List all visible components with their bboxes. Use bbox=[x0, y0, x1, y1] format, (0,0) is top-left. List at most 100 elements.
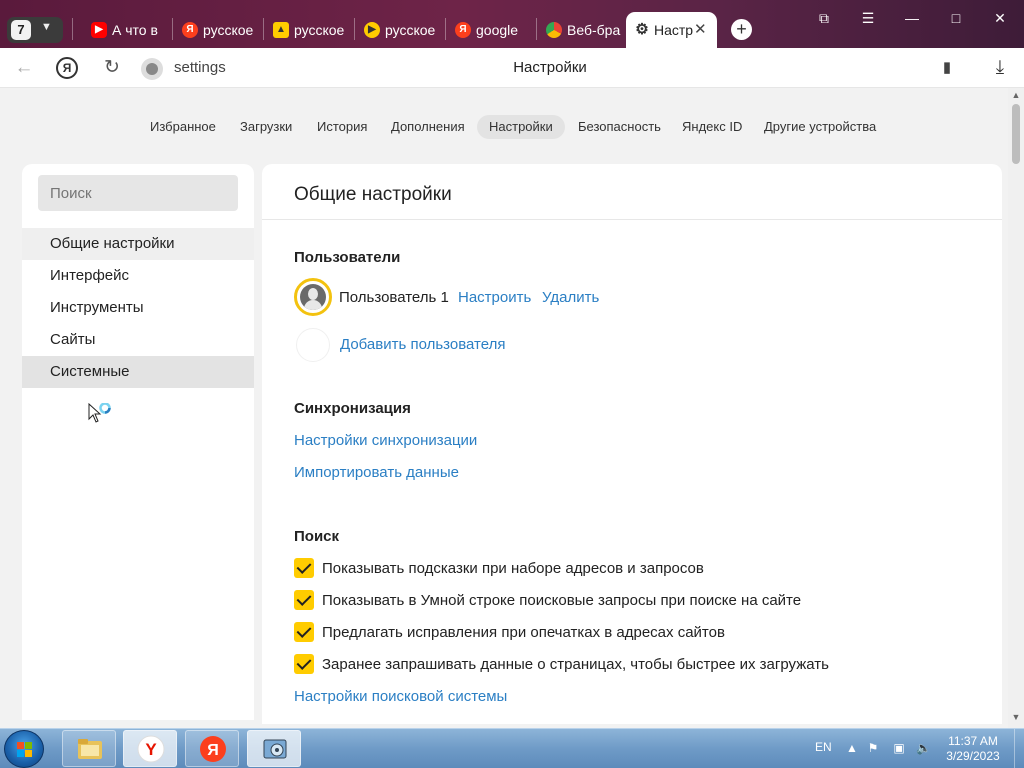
search-option-checkbox-4[interactable] bbox=[294, 654, 314, 674]
tab-youtube[interactable]: ▶ А что в bbox=[84, 12, 170, 48]
nav-favorites[interactable]: Избранное bbox=[138, 115, 228, 139]
nav-settings[interactable]: Настройки bbox=[477, 115, 565, 139]
network-icon[interactable]: ▣ bbox=[892, 741, 906, 755]
youtube-icon: ▶ bbox=[91, 22, 107, 38]
settings-search-input[interactable] bbox=[38, 175, 238, 211]
tab-yandex-search-1[interactable]: Я русское bbox=[175, 12, 261, 48]
start-button[interactable] bbox=[4, 730, 44, 768]
page-title: Настройки bbox=[513, 59, 587, 76]
search-option-label-4: Заранее запрашивать данные о страницах, … bbox=[322, 656, 829, 673]
nav-security[interactable]: Безопасность bbox=[566, 115, 673, 139]
taskbar-yandex[interactable]: Я bbox=[185, 730, 239, 767]
nav-extensions[interactable]: Дополнения bbox=[379, 115, 477, 139]
sidebar-item-system[interactable]: Системные bbox=[22, 356, 254, 388]
tab-title: русское bbox=[385, 22, 436, 38]
tab-yandex-video[interactable]: ▶ русское bbox=[357, 12, 443, 48]
tab-count-button[interactable]: 7 ▼ bbox=[7, 17, 63, 43]
nav-yandex-id[interactable]: Яндекс ID bbox=[670, 115, 754, 139]
taskbar-explorer[interactable] bbox=[62, 730, 116, 767]
sidebar-item-sites[interactable]: Сайты bbox=[22, 324, 254, 356]
settings-top-nav: Избранное Загрузки История Дополнения На… bbox=[0, 110, 1008, 144]
tab-settings[interactable]: ⚙ Настр ✕ bbox=[626, 12, 717, 48]
search-option-checkbox-1[interactable] bbox=[294, 558, 314, 578]
sidebar-item-interface[interactable]: Интерфейс bbox=[22, 260, 254, 292]
show-desktop-button[interactable] bbox=[1014, 729, 1024, 768]
download-icon: ⤓ bbox=[995, 57, 1005, 78]
user-name: Пользователь 1 bbox=[339, 289, 449, 306]
yandex-icon: Я bbox=[200, 736, 226, 762]
nav-other-devices[interactable]: Другие устройства bbox=[752, 115, 888, 139]
system-clock[interactable]: 11:37 AM 3/29/2023 bbox=[940, 734, 1006, 764]
svg-text:Я: Я bbox=[207, 742, 219, 759]
sidebar-item-tools[interactable]: Инструменты bbox=[22, 292, 254, 324]
downloads-button[interactable]: ⤓ bbox=[990, 57, 1010, 79]
search-option-checkbox-2[interactable] bbox=[294, 590, 314, 610]
divider bbox=[262, 219, 1002, 220]
configure-user-link[interactable]: Настроить bbox=[458, 289, 531, 306]
new-tab-button[interactable]: + bbox=[731, 19, 752, 40]
taskbar-media-app[interactable] bbox=[247, 730, 301, 767]
clock-time: 11:37 AM bbox=[948, 734, 998, 748]
chrome-icon bbox=[546, 22, 562, 38]
nav-downloads[interactable]: Загрузки bbox=[228, 115, 304, 139]
tab-web-browser[interactable]: Веб-бра bbox=[539, 12, 623, 48]
tab-count: 7 bbox=[11, 20, 31, 40]
language-indicator[interactable]: EN bbox=[815, 740, 832, 754]
tab-google[interactable]: Я google bbox=[448, 12, 534, 48]
sidebar-item-general[interactable]: Общие настройки bbox=[22, 228, 254, 260]
close-icon: ✕ bbox=[994, 10, 1006, 26]
volume-muted-icon[interactable]: 🔈 bbox=[916, 741, 931, 755]
scrollbar-thumb[interactable] bbox=[1012, 104, 1020, 164]
tab-title: русское bbox=[203, 22, 254, 38]
delete-user-link[interactable]: Удалить bbox=[542, 289, 599, 306]
maximize-icon: □ bbox=[951, 10, 961, 26]
search-option-checkbox-3[interactable] bbox=[294, 622, 314, 642]
bookmark-button[interactable]: ▮ bbox=[938, 58, 956, 78]
import-data-link[interactable]: Импортировать данные bbox=[294, 464, 459, 481]
windows-logo-icon bbox=[17, 742, 32, 757]
tab-separator bbox=[445, 18, 446, 40]
taskbar-yandex-browser[interactable]: Y bbox=[123, 730, 177, 767]
scroll-down-arrow-icon[interactable]: ▼ bbox=[1008, 712, 1024, 724]
minimize-button[interactable]: — bbox=[900, 8, 924, 28]
maximize-button[interactable]: □ bbox=[944, 8, 968, 28]
tab-separator bbox=[263, 18, 264, 40]
minimize-icon: — bbox=[905, 10, 919, 26]
add-user-link[interactable]: Добавить пользователя bbox=[340, 336, 505, 353]
busy-cursor-icon bbox=[88, 403, 111, 423]
search-option-label-1: Показывать подсказки при наборе адресов … bbox=[322, 560, 704, 577]
user-avatar[interactable] bbox=[294, 278, 332, 316]
bookmark-icon: ▮ bbox=[942, 59, 952, 76]
sync-heading: Синхронизация bbox=[294, 400, 411, 417]
settings-sidebar: Общие настройки Интерфейс Инструменты Са… bbox=[22, 164, 254, 720]
yandex-images-icon: ▲ bbox=[273, 22, 289, 38]
page-scrollbar[interactable]: ▲ ▼ bbox=[1008, 88, 1024, 728]
gear-icon: ⚙ bbox=[635, 21, 649, 38]
yandex-video-icon: ▶ bbox=[364, 22, 380, 38]
search-option-label-2: Показывать в Умной строке поисковые запр… bbox=[322, 592, 802, 609]
chevron-down-icon: ▼ bbox=[41, 21, 52, 33]
tab-separator bbox=[72, 18, 73, 40]
svg-text:Y: Y bbox=[145, 740, 157, 759]
scroll-up-arrow-icon[interactable]: ▲ bbox=[1008, 90, 1024, 102]
clock-date: 3/29/2023 bbox=[946, 749, 1000, 763]
tab-yandex-images[interactable]: ▲ русское bbox=[266, 12, 352, 48]
add-user-avatar[interactable] bbox=[296, 328, 330, 362]
yandex-icon: Я bbox=[182, 22, 198, 38]
address-bar: ← Я ↻ settings Настройки ▮ ⤓ bbox=[0, 48, 1024, 88]
close-tab-icon[interactable]: ✕ bbox=[694, 12, 707, 48]
tray-expand-icon[interactable]: ▲ bbox=[845, 741, 859, 755]
settings-main-panel: Общие настройки Пользователи Пользовател… bbox=[262, 164, 1002, 724]
menu-button[interactable]: ☰ bbox=[856, 8, 880, 28]
search-engine-settings-link[interactable]: Настройки поисковой системы bbox=[294, 688, 507, 705]
tab-title: Веб-бра bbox=[567, 22, 621, 38]
nav-history[interactable]: История bbox=[305, 115, 379, 139]
action-center-flag-icon[interactable]: ⚑ bbox=[866, 741, 880, 755]
folder-icon bbox=[78, 739, 102, 759]
sync-settings-link[interactable]: Настройки синхронизации bbox=[294, 432, 477, 449]
tab-title: Настр bbox=[654, 22, 694, 38]
section-title: Общие настройки bbox=[294, 184, 452, 205]
bookmarks-window-button[interactable]: ⧉ bbox=[812, 8, 836, 28]
collections-icon: ⧉ bbox=[819, 10, 829, 26]
close-window-button[interactable]: ✕ bbox=[988, 8, 1012, 28]
